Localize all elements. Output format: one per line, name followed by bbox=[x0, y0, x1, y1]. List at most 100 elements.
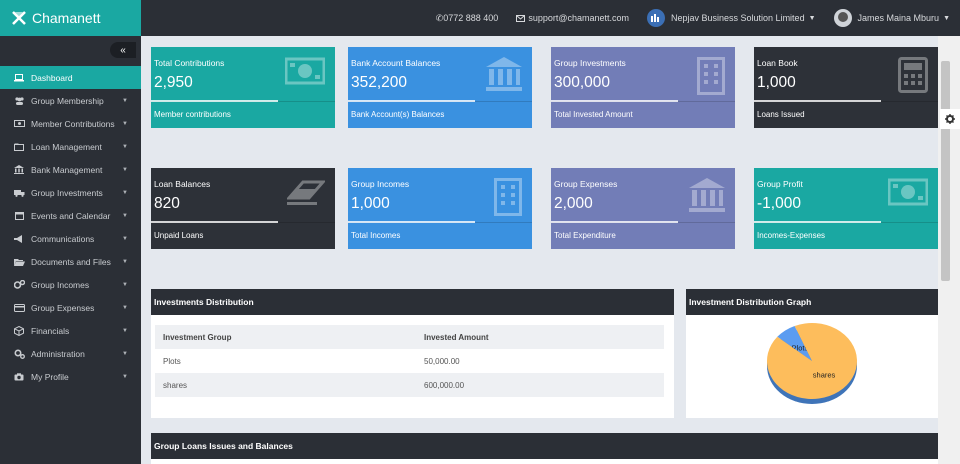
sidebar-item-label: Communications bbox=[31, 233, 95, 244]
card-value: 1,000 bbox=[351, 195, 390, 212]
table-cell: 50,000.00 bbox=[424, 356, 460, 366]
sidebar-item-label: Events and Calendar bbox=[31, 210, 111, 221]
sidebar-item-label: Group Expenses bbox=[31, 302, 95, 313]
pie-chart: Plotsshares bbox=[767, 323, 857, 404]
card-title: Group Investments bbox=[554, 58, 626, 68]
table-cell: 600,000.00 bbox=[416, 373, 664, 397]
users-icon bbox=[13, 96, 25, 105]
card-group-incomes[interactable]: Group Incomes 1,000 Total Incomes bbox=[348, 168, 532, 249]
caret-down-icon: ▼ bbox=[943, 14, 950, 22]
money-icon bbox=[888, 178, 928, 206]
investments-distribution-panel: Investments Distribution Investment Grou… bbox=[151, 289, 674, 418]
email-contact[interactable]: support@chamanett.com bbox=[516, 13, 629, 23]
card-loan-balances[interactable]: Loan Balances 820 Unpaid Loans bbox=[151, 168, 335, 249]
caret-down-icon: ▼ bbox=[122, 97, 128, 104]
sidebar-item-label: Group Incomes bbox=[31, 279, 90, 290]
sidebar-item-member-contributions[interactable]: Member Contributions ▼ bbox=[0, 112, 141, 135]
card-value: 2,950 bbox=[154, 74, 193, 91]
card-subtitle: Loans Issued bbox=[757, 110, 805, 119]
money-icon bbox=[285, 57, 325, 85]
card-title: Group Profit bbox=[757, 179, 803, 189]
folder-icon bbox=[13, 143, 25, 151]
organization-name: Nepjav Business Solution Limited bbox=[671, 13, 805, 23]
card-title: Group Expenses bbox=[554, 179, 618, 189]
sidebar-item-bank-management[interactable]: Bank Management ▼ bbox=[0, 158, 141, 181]
card-subtitle: Total Invested Amount bbox=[554, 110, 633, 119]
card-progress-bar bbox=[151, 221, 278, 223]
card-title: Loan Balances bbox=[154, 179, 211, 189]
card-bank-account-balances[interactable]: Bank Account Balances 352,200 Bank Accou… bbox=[348, 47, 532, 128]
card-title: Bank Account Balances bbox=[351, 58, 441, 68]
caret-down-icon: ▼ bbox=[808, 14, 816, 22]
caret-down-icon: ▼ bbox=[122, 258, 128, 265]
caret-down-icon: ▼ bbox=[122, 120, 128, 127]
organization-logo-icon bbox=[647, 9, 665, 27]
building-icon bbox=[494, 178, 522, 216]
sidebar-item-group-incomes[interactable]: Group Incomes ▼ bbox=[0, 273, 141, 296]
table-cell: Plots bbox=[163, 356, 181, 366]
laptop-icon bbox=[13, 73, 25, 82]
card-subtitle: Bank Account(s) Balances bbox=[351, 110, 445, 119]
sidebar: « Dashboard Group Membership ▼ Member Co… bbox=[0, 36, 141, 464]
card-value: 352,200 bbox=[351, 74, 408, 91]
cube-icon bbox=[13, 325, 25, 336]
group-loans-panel: Group Loans Issues and Balances bbox=[151, 433, 938, 464]
gears-icon bbox=[13, 348, 25, 359]
chamanett-logo-icon bbox=[12, 11, 26, 25]
sidebar-item-dashboard[interactable]: Dashboard bbox=[0, 66, 141, 89]
panel-heading: Investment Distribution Graph bbox=[686, 289, 938, 315]
table-header-row: Investment Group Invested Amount bbox=[155, 325, 664, 349]
card-loan-book[interactable]: Loan Book 1,000 Loans Issued bbox=[754, 47, 938, 128]
card-progress-bar bbox=[348, 221, 475, 223]
envelope-icon bbox=[516, 14, 526, 22]
phone-contact: ✆ 0772 888 400 bbox=[436, 13, 499, 24]
card-subtitle: Total Incomes bbox=[351, 231, 401, 240]
sidebar-item-documents-and-files[interactable]: Documents and Files ▼ bbox=[0, 250, 141, 273]
table-row: Plots 50,000.00 bbox=[155, 349, 664, 373]
sidebar-item-label: Member Contributions bbox=[31, 118, 115, 129]
sidebar-item-loan-management[interactable]: Loan Management ▼ bbox=[0, 135, 141, 158]
caret-down-icon: ▼ bbox=[122, 166, 128, 173]
card-group-investments[interactable]: Group Investments 300,000 Total Invested… bbox=[551, 47, 735, 128]
sidebar-item-financials[interactable]: Financials ▼ bbox=[0, 319, 141, 342]
sidebar-item-label: Documents and Files bbox=[31, 256, 111, 267]
card-value: 1,000 bbox=[757, 74, 796, 91]
user-dropdown[interactable]: James Maina Mburu ▼ bbox=[833, 9, 950, 27]
column-header: Invested Amount bbox=[416, 325, 664, 349]
scrollbar-thumb[interactable] bbox=[941, 61, 950, 281]
sidebar-item-group-investments[interactable]: Group Investments ▼ bbox=[0, 181, 141, 204]
card-group-profit[interactable]: Group Profit -1,000 Incomes-Expenses bbox=[754, 168, 938, 249]
avatar bbox=[833, 9, 852, 27]
brand-logo[interactable]: Chamanett bbox=[0, 0, 141, 36]
card-progress-bar bbox=[348, 100, 475, 102]
sidebar-item-administration[interactable]: Administration ▼ bbox=[0, 342, 141, 365]
caret-down-icon: ▼ bbox=[122, 189, 128, 196]
sidebar-item-group-membership[interactable]: Group Membership ▼ bbox=[0, 89, 141, 112]
sidebar-item-communications[interactable]: Communications ▼ bbox=[0, 227, 141, 250]
sidebar-item-label: Group Membership bbox=[31, 95, 104, 106]
investment-distribution-graph-panel: Investment Distribution Graph Plots share… bbox=[686, 289, 938, 418]
organization-dropdown[interactable]: Nepjav Business Solution Limited ▼ bbox=[647, 9, 816, 27]
user-name: James Maina Mburu bbox=[857, 13, 940, 23]
sidebar-item-group-expenses[interactable]: Group Expenses ▼ bbox=[0, 296, 141, 319]
card-progress-bar bbox=[551, 221, 678, 223]
calendar-icon bbox=[13, 211, 25, 220]
top-navbar: Chamanett ✆ 0772 888 400 support@chamane… bbox=[0, 0, 960, 36]
sidebar-item-events-and-calendar[interactable]: Events and Calendar ▼ bbox=[0, 204, 141, 227]
panel-heading: Investments Distribution bbox=[151, 289, 674, 315]
card-progress-bar bbox=[551, 100, 678, 102]
caret-down-icon: ▼ bbox=[122, 304, 128, 311]
settings-toggle[interactable] bbox=[940, 109, 960, 129]
sidebar-item-label: Financials bbox=[31, 325, 70, 336]
card-total-contributions[interactable]: Total Contributions 2,950 Member contrib… bbox=[151, 47, 335, 128]
card-title: Loan Book bbox=[757, 58, 798, 68]
card-group-expenses[interactable]: Group Expenses 2,000 Total Expenditure bbox=[551, 168, 735, 249]
column-header: Investment Group bbox=[155, 325, 416, 349]
eraser-icon bbox=[287, 180, 325, 205]
sidebar-collapse-button[interactable]: « bbox=[110, 42, 136, 58]
caret-down-icon: ▼ bbox=[122, 373, 128, 380]
card-subtitle: Member contributions bbox=[154, 110, 231, 119]
bank-icon bbox=[486, 57, 522, 91]
sidebar-item-my-profile[interactable]: My Profile ▼ bbox=[0, 365, 141, 388]
folder-open-icon bbox=[13, 258, 25, 266]
